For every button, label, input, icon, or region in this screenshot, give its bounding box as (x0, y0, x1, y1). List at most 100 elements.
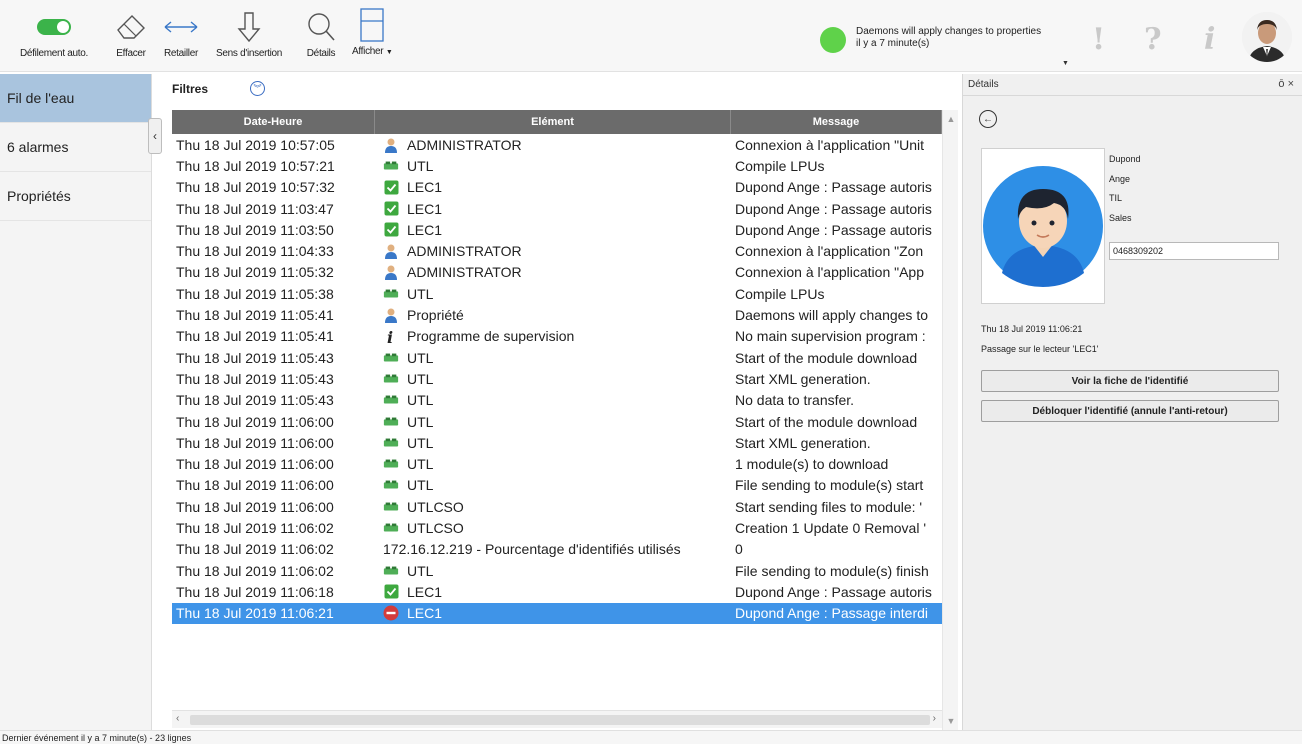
cell-element-text: ADMINISTRATOR (407, 243, 522, 260)
table-row[interactable]: Thu 18 Jul 2019 11:05:43 UTL Start of the … (172, 347, 942, 368)
nav-item-properties[interactable]: Propriétés (0, 172, 151, 221)
insertion-order-label: Sens d'insertion (216, 48, 283, 59)
panel-controls[interactable]: ō × (1278, 78, 1294, 90)
module-icon (383, 499, 399, 515)
cell-message: 0 (735, 541, 743, 558)
table-row[interactable]: Thu 18 Jul 2019 10:57:21 UTL Compile LPUs (172, 155, 942, 176)
table-row[interactable]: Thu 18 Jul 2019 11:05:41 Propriété Daemons… (172, 304, 942, 325)
table-row[interactable]: Thu 18 Jul 2019 11:03:50 LEC1 Dupond Ange … (172, 219, 942, 240)
table-row[interactable]: Thu 18 Jul 2019 11:06:02 UTL File sending … (172, 560, 942, 581)
scroll-right-icon[interactable]: › (933, 713, 936, 724)
exclamation-icon[interactable]: ! (1092, 22, 1105, 57)
nav-item-alarms[interactable]: 6 alarmes (0, 123, 151, 172)
cell-message: Connexion à l'application "Unit (735, 136, 924, 153)
cell-element: LEC1 (375, 222, 731, 238)
horizontal-scrollbar[interactable]: ‹ › (172, 710, 942, 728)
question-icon[interactable]: ? (1144, 22, 1162, 57)
badge-number-field[interactable]: 0468309202 (1109, 242, 1279, 260)
filters-label: Filtres (172, 82, 209, 96)
expand-filters-icon[interactable]: ︾ (250, 81, 265, 96)
cell-element: UTL (375, 286, 731, 302)
table-row[interactable]: Thu 18 Jul 2019 11:05:41 i Programme de su… (172, 326, 942, 347)
cell-element-text: UTL (407, 285, 434, 302)
scrollbar-thumb[interactable] (190, 715, 930, 725)
table-row[interactable]: Thu 18 Jul 2019 11:06:02 UTLCSO Creation 1… (172, 517, 942, 538)
details-button[interactable]: Détails (305, 10, 337, 59)
info-icon[interactable]: i (1204, 22, 1215, 57)
cell-element: UTL (375, 456, 731, 472)
cell-element: LEC1 (375, 201, 731, 217)
module-icon (383, 563, 399, 579)
cell-message: File sending to module(s) start (735, 477, 924, 494)
auto-scroll-label: Défilement auto. (20, 48, 89, 59)
cell-date: Thu 18 Jul 2019 11:05:43 (176, 370, 334, 387)
cell-element: LEC1 (375, 605, 731, 621)
cell-date: Thu 18 Jul 2019 11:06:00 (176, 498, 334, 515)
table-row[interactable]: Thu 18 Jul 2019 11:05:43 UTL Start XML gen… (172, 368, 942, 389)
cell-message: Dupond Ange : Passage interdi (735, 605, 929, 622)
status-dropdown-icon[interactable]: ▼ (1062, 60, 1069, 67)
table-row[interactable]: Thu 18 Jul 2019 11:06:00 UTLCSO Start send… (172, 496, 942, 517)
table-row[interactable]: Thu 18 Jul 2019 11:06:00 UTL File sending … (172, 475, 942, 496)
user-icon (383, 264, 399, 281)
table-row[interactable]: Thu 18 Jul 2019 11:06:21 LEC1 Dupond Ange … (172, 602, 942, 624)
cell-date: Thu 18 Jul 2019 11:05:38 (176, 285, 334, 302)
collapse-sidebar-button[interactable]: ‹ (148, 118, 162, 154)
cell-element-text: UTL (407, 413, 434, 430)
resize-button[interactable]: Retailler (163, 10, 199, 59)
cell-message: No data to transfer. (735, 392, 855, 409)
clear-button[interactable]: Effacer (114, 10, 148, 59)
table-row[interactable]: Thu 18 Jul 2019 11:06:18 LEC1 Dupond Ange … (172, 581, 942, 602)
cell-element-text: UTL (407, 349, 434, 366)
user-avatar-icon[interactable] (1242, 12, 1292, 62)
access-granted-icon (383, 584, 399, 600)
cell-element-text: UTL (407, 157, 434, 174)
table-row[interactable]: Thu 18 Jul 2019 11:06:02 172.16.12.219 - … (172, 539, 942, 560)
table-row[interactable]: Thu 18 Jul 2019 11:03:47 LEC1 Dupond Ange … (172, 198, 942, 219)
scroll-down-icon[interactable]: ▼ (943, 716, 959, 726)
scroll-left-icon[interactable]: ‹ (176, 713, 179, 724)
cell-message: No main supervision program : (735, 328, 926, 345)
unlock-identity-button[interactable]: Débloquer l'identifié (annule l'anti-ret… (981, 400, 1279, 422)
column-header-message[interactable]: Message (731, 110, 942, 134)
clear-label: Effacer (116, 48, 146, 59)
panel-layout-icon (359, 8, 385, 42)
table-row[interactable]: Thu 18 Jul 2019 10:57:05 ADMINISTRATOR Con… (172, 134, 942, 155)
column-header-date[interactable]: Date-Heure (172, 110, 375, 134)
nav-item-label: Fil de l'eau (7, 90, 75, 106)
cell-date: Thu 18 Jul 2019 11:05:32 (176, 264, 334, 281)
table-row[interactable]: Thu 18 Jul 2019 11:06:00 UTL Start of the … (172, 411, 942, 432)
back-arrow-icon[interactable]: ← (979, 110, 997, 128)
table-row[interactable]: Thu 18 Jul 2019 11:05:38 UTL Compile LPUs (172, 283, 942, 304)
insertion-order-button[interactable]: Sens d'insertion (216, 10, 282, 59)
module-icon (383, 350, 399, 366)
column-header-element[interactable]: Elément (375, 110, 731, 134)
nav-item-event-stream[interactable]: Fil de l'eau (0, 74, 151, 123)
module-icon (383, 392, 399, 408)
cell-date: Thu 18 Jul 2019 11:06:02 (176, 562, 334, 579)
table-row[interactable]: Thu 18 Jul 2019 11:04:33 ADMINISTRATOR Con… (172, 240, 942, 261)
status-message: Daemons will apply changes to properties (856, 26, 1042, 37)
table-row[interactable]: Thu 18 Jul 2019 11:06:00 UTL 1 module(s) t… (172, 453, 942, 474)
cell-message: Start XML generation. (735, 434, 871, 451)
nav-item-label: Propriétés (7, 188, 71, 204)
auto-scroll-toggle[interactable]: Défilement auto. (20, 10, 88, 59)
scroll-up-icon[interactable]: ▲ (943, 114, 959, 124)
table-row[interactable]: Thu 18 Jul 2019 10:57:32 LEC1 Dupond Ange … (172, 177, 942, 198)
table-row[interactable]: Thu 18 Jul 2019 11:05:32 ADMINISTRATOR Con… (172, 262, 942, 283)
cell-date: Thu 18 Jul 2019 11:06:02 (176, 519, 334, 536)
vertical-scrollbar[interactable]: ▲ ▼ (942, 110, 958, 730)
module-icon (383, 456, 399, 472)
cell-date: Thu 18 Jul 2019 11:03:47 (176, 200, 334, 217)
table-row[interactable]: Thu 18 Jul 2019 11:05:43 UTL No data to tr… (172, 390, 942, 411)
cell-element-text: LEC1 (407, 221, 443, 238)
status-dot-icon (820, 27, 846, 53)
view-identity-button[interactable]: Voir la fiche de l'identifié (981, 370, 1279, 392)
user-icon (383, 307, 399, 324)
display-dropdown-button[interactable]: Afficher ▼ (352, 8, 393, 57)
cell-message: Daemons will apply changes to (735, 307, 928, 324)
cell-message: Dupond Ange : Passage autoris (735, 221, 932, 238)
identity-lastname: Dupond (1109, 154, 1141, 164)
table-row[interactable]: Thu 18 Jul 2019 11:06:00 UTL Start XML gen… (172, 432, 942, 453)
cell-element: LEC1 (375, 584, 731, 600)
